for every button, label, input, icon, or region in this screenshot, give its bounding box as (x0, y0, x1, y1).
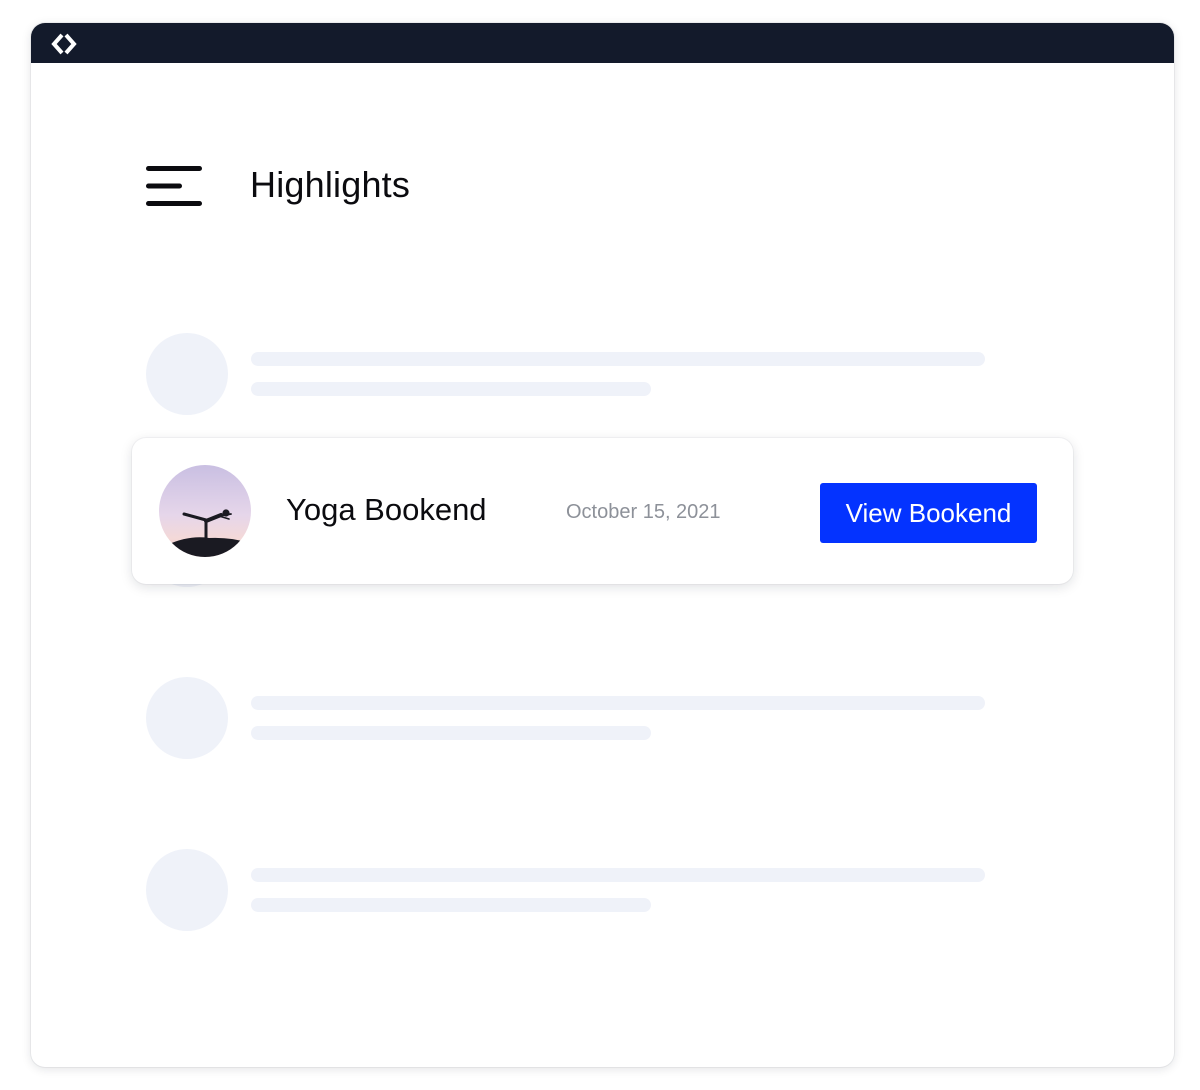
app-window: Highlights Yoga Bookend October 15, 2021… (31, 23, 1174, 1067)
skeleton-line (251, 382, 651, 396)
skeleton-line (251, 868, 985, 882)
card-title: Yoga Bookend (286, 492, 487, 527)
page-title: Highlights (250, 164, 411, 205)
view-bookend-button[interactable]: View Bookend (820, 483, 1037, 543)
skeleton-line (251, 726, 651, 740)
code-brackets-logo-icon (51, 33, 77, 55)
skeleton-avatar (146, 849, 228, 931)
yoga-silhouette-thumbnail (159, 465, 251, 557)
skeleton-avatar (146, 677, 228, 759)
skeleton-line (251, 696, 985, 710)
skeleton-avatar (146, 333, 228, 415)
highlight-card: Yoga Bookend October 15, 2021 View Booke… (132, 438, 1073, 584)
window-titlebar (31, 23, 1174, 63)
skeleton-line (251, 898, 651, 912)
hamburger-menu-icon[interactable] (146, 166, 202, 206)
skeleton-line (251, 352, 985, 366)
card-date: October 15, 2021 (566, 501, 721, 523)
